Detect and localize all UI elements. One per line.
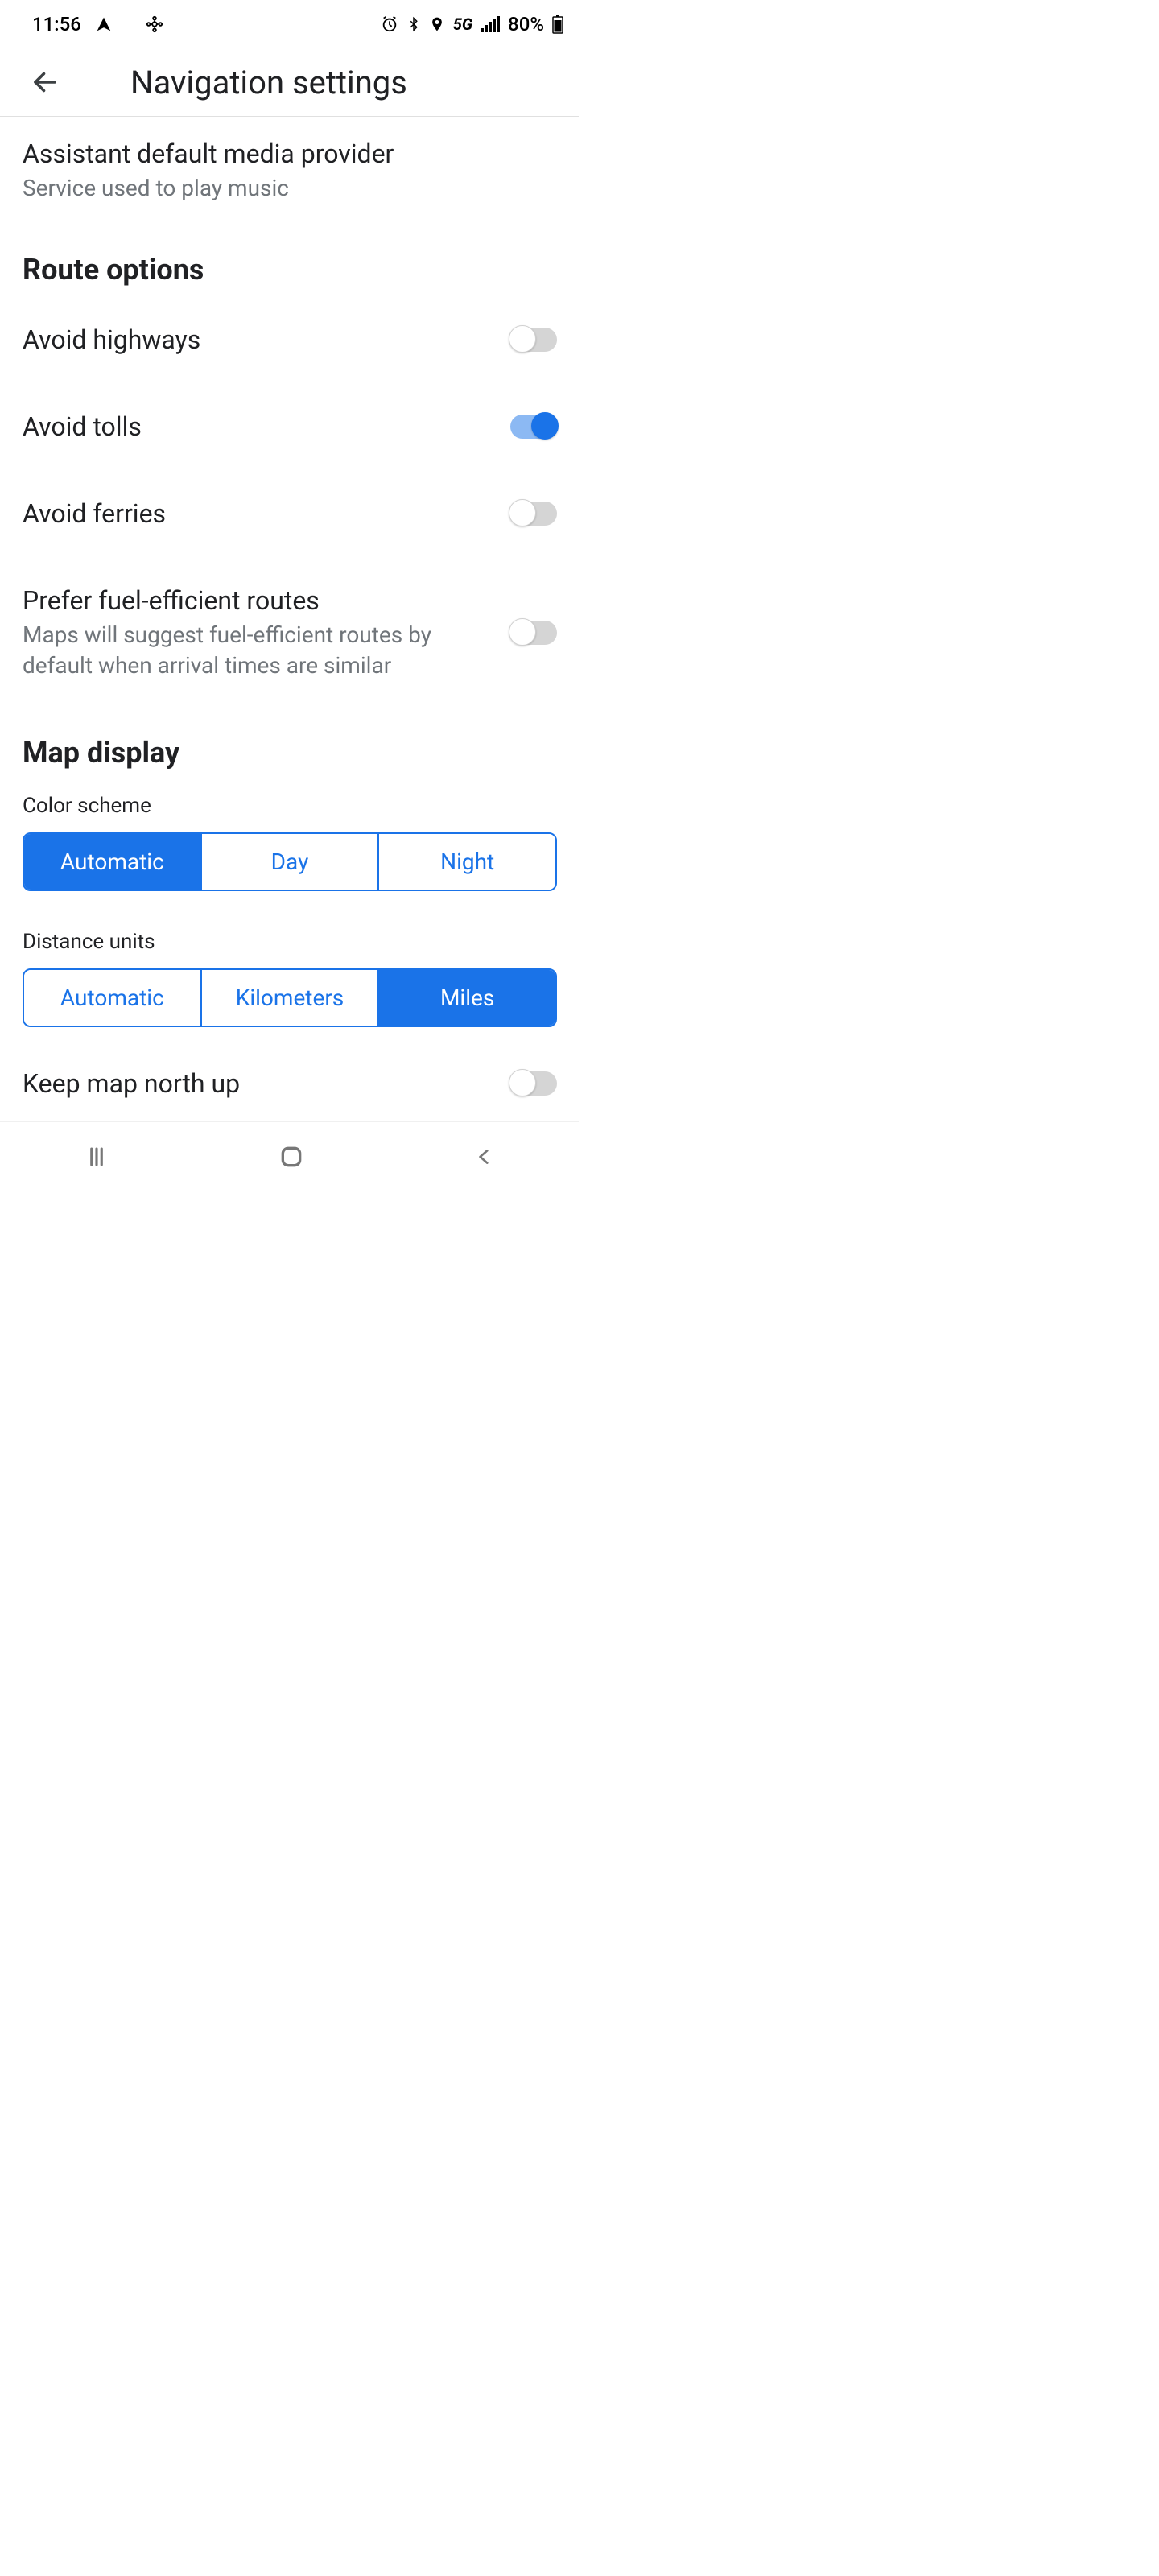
fuel-efficient-subtitle: Maps will suggest fuel-efficient routes … bbox=[23, 620, 497, 681]
avoid-highways-toggle[interactable] bbox=[510, 328, 557, 352]
avoid-tolls-toggle[interactable] bbox=[510, 415, 557, 439]
segment-automatic[interactable]: Automatic bbox=[24, 970, 200, 1026]
fuel-efficient-toggle[interactable] bbox=[510, 621, 557, 645]
battery-icon bbox=[552, 14, 563, 34]
segment-miles[interactable]: Miles bbox=[377, 970, 555, 1026]
avoid-ferries-row[interactable]: Avoid ferries bbox=[0, 470, 580, 557]
media-provider-subtitle: Service used to play music bbox=[23, 173, 544, 204]
avoid-highways-row[interactable]: Avoid highways bbox=[0, 296, 580, 383]
navigation-indicator-icon bbox=[96, 16, 112, 32]
fuel-efficient-label: Prefer fuel-efficient routes bbox=[23, 584, 497, 617]
alarm-icon bbox=[381, 15, 398, 33]
segment-day[interactable]: Day bbox=[200, 834, 378, 890]
color-scheme-segmented: AutomaticDayNight bbox=[23, 832, 557, 891]
avoid-ferries-label: Avoid ferries bbox=[23, 497, 497, 530]
status-bar: 11:56 5G 80% bbox=[0, 0, 580, 48]
status-time: 11:56 bbox=[32, 13, 81, 35]
bluetooth-icon bbox=[406, 15, 421, 33]
map-display-header: Map display bbox=[0, 708, 580, 779]
back-system-button[interactable] bbox=[474, 1144, 495, 1173]
recent-apps-button[interactable] bbox=[85, 1145, 109, 1172]
app-bar: Navigation settings bbox=[0, 48, 580, 117]
avoid-tolls-row[interactable]: Avoid tolls bbox=[0, 383, 580, 470]
route-options-header: Route options bbox=[0, 225, 580, 296]
segment-automatic[interactable]: Automatic bbox=[24, 834, 200, 890]
north-up-row[interactable]: Keep map north up bbox=[0, 1043, 580, 1121]
media-provider-row[interactable]: Assistant default media provider Service… bbox=[0, 117, 580, 225]
avoid-tolls-label: Avoid tolls bbox=[23, 411, 497, 443]
app-indicator-icon bbox=[146, 15, 163, 33]
arrow-left-icon bbox=[31, 68, 60, 97]
segment-kilometers[interactable]: Kilometers bbox=[200, 970, 378, 1026]
avoid-ferries-toggle[interactable] bbox=[510, 502, 557, 526]
color-scheme-label: Color scheme bbox=[0, 779, 580, 828]
location-icon bbox=[429, 15, 445, 33]
system-nav-bar bbox=[0, 1121, 580, 1194]
fuel-efficient-row[interactable]: Prefer fuel-efficient routes Maps will s… bbox=[0, 557, 580, 708]
segment-night[interactable]: Night bbox=[377, 834, 555, 890]
page-title: Navigation settings bbox=[130, 64, 407, 101]
north-up-label: Keep map north up bbox=[23, 1067, 497, 1100]
avoid-highways-label: Avoid highways bbox=[23, 324, 497, 356]
battery-percent: 80% bbox=[508, 13, 544, 35]
home-button[interactable] bbox=[278, 1144, 304, 1173]
media-provider-title: Assistant default media provider bbox=[23, 138, 544, 170]
north-up-toggle[interactable] bbox=[510, 1071, 557, 1096]
distance-units-label: Distance units bbox=[0, 907, 580, 964]
distance-units-segmented: AutomaticKilometersMiles bbox=[23, 968, 557, 1027]
network-type: 5G bbox=[453, 14, 472, 34]
signal-icon bbox=[481, 16, 500, 32]
back-button[interactable] bbox=[24, 61, 66, 103]
